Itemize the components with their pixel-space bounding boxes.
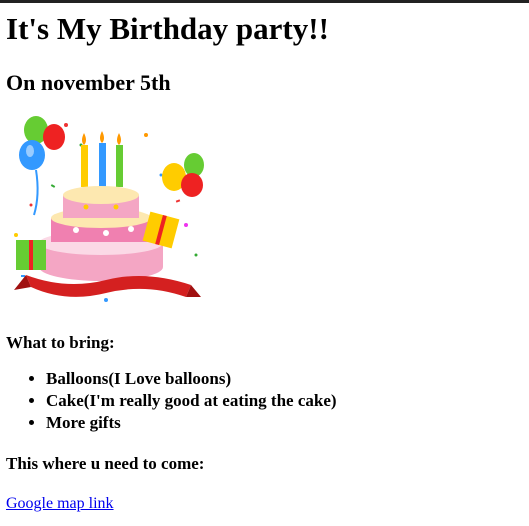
google-map-link[interactable]: Google map link (6, 494, 114, 514)
list-item: Cake(I'm really good at eating the cake) (46, 390, 523, 412)
candles-icon (81, 131, 123, 187)
cake-icon (39, 186, 163, 281)
page-title: It's My Birthday party!! (6, 11, 329, 46)
birthday-cake-image (14, 116, 204, 302)
party-date-heading: On november 5th (6, 70, 171, 95)
page-content: It's My Birthday party!! On november 5th (6, 10, 523, 514)
list-item: Balloons(I Love balloons) (46, 368, 523, 390)
what-to-bring-heading: What to bring: (6, 333, 115, 352)
list-item: More gifts (46, 412, 523, 434)
window-top-bar (0, 0, 529, 3)
bring-list: Balloons(I Love balloons) Cake(I'm reall… (6, 368, 523, 434)
balloons-left-icon (19, 116, 65, 216)
location-heading: This where u need to come: (6, 454, 205, 473)
balloons-right-icon (162, 153, 204, 197)
